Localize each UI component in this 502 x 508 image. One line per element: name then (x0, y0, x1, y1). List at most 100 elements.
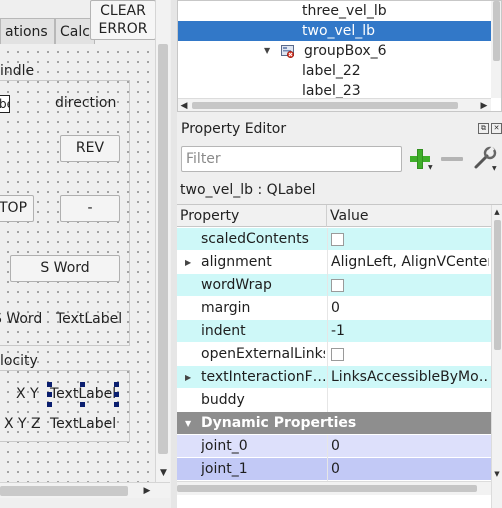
column-divider (327, 343, 328, 366)
property-name: openExternalLinks (201, 346, 325, 362)
property-checkbox[interactable] (331, 279, 344, 292)
selection-handle[interactable] (80, 382, 85, 387)
property-row[interactable]: ▶ alignment AlignLeft, AlignVCenter (177, 251, 491, 274)
property-value[interactable] (331, 389, 489, 412)
tree-item-label: two_vel_lb (302, 23, 376, 39)
tree-vertical-scrollbar[interactable] (491, 1, 501, 98)
object-inspector-tree[interactable]: three_vel_lb two_vel_lb ▼ groupBox_6 lab… (177, 0, 502, 112)
canvas-vertical-scrollbar[interactable]: ▼ (155, 0, 170, 482)
scroll-right-icon[interactable]: ▶ (140, 484, 154, 498)
canvas-hscroll-thumb[interactable] (0, 486, 128, 496)
property-vertical-scrollbar[interactable]: ▲ ▼ (491, 205, 502, 508)
close-dock-icon[interactable]: ✕ (491, 123, 502, 134)
direction-field[interactable]: be (0, 95, 10, 113)
clear-button-line2: ERROR (98, 21, 148, 37)
designer-side-panel: three_vel_lb two_vel_lb ▼ groupBox_6 lab… (177, 0, 502, 508)
s-word-button[interactable]: S Word (10, 255, 120, 282)
minus-button[interactable]: - (60, 195, 120, 222)
property-row[interactable]: wordWrap (177, 274, 491, 297)
property-value[interactable]: AlignLeft, AlignVCenter (331, 251, 489, 274)
property-row[interactable]: margin 0 (177, 297, 491, 320)
canvas-horizontal-scrollbar[interactable]: ▶ (0, 482, 170, 498)
property-name: indent (201, 323, 246, 339)
column-divider (327, 274, 328, 297)
property-value[interactable]: -1 (331, 320, 489, 343)
property-table[interactable]: Property Value scaledContents ▶ alignment A… (177, 204, 502, 508)
selection-handle[interactable] (114, 382, 119, 387)
add-dynamic-property-button[interactable]: ▼ (407, 147, 433, 171)
expand-arrow-icon[interactable]: ▶ (185, 366, 191, 389)
dynamic-property-row[interactable]: joint_0 0 (177, 435, 491, 458)
property-vscroll-thumb[interactable] (494, 220, 501, 350)
tree-item-label: three_vel_lb (302, 3, 387, 19)
dynamic-properties-group[interactable]: ▼ Dynamic Properties (177, 412, 491, 435)
tree-hscroll-thumb[interactable] (192, 102, 458, 109)
property-value[interactable]: LinksAccessibleByMo… (331, 366, 489, 389)
stop-button-label: TOP (0, 200, 28, 216)
direction-field-text: be (0, 97, 9, 111)
xyz-value: TextLabel (50, 416, 117, 432)
configure-button[interactable]: ▼ (473, 146, 499, 172)
property-checkbox[interactable] (331, 348, 344, 361)
clear-error-button[interactable]: CLEAR ERROR (90, 0, 156, 40)
property-name: wordWrap (201, 277, 272, 293)
property-name: alignment (201, 254, 272, 270)
form-canvas-panel: ations Calc CLEAR ERROR indle be directi… (0, 0, 171, 508)
property-value[interactable]: 0 (331, 297, 489, 320)
tree-item[interactable]: ▼ groupBox_6 (178, 41, 492, 61)
xyz-label: X Y Z (4, 416, 41, 432)
property-name: textInteractionF… (201, 369, 325, 385)
property-filter-input[interactable] (181, 146, 402, 172)
property-value[interactable]: 0 (331, 435, 489, 458)
scroll-left-icon[interactable]: ◀ (178, 99, 190, 111)
group-label: Dynamic Properties (201, 415, 357, 431)
collapse-arrow-icon[interactable]: ▼ (185, 412, 191, 435)
scroll-right-icon[interactable]: ▶ (478, 99, 490, 111)
property-row[interactable]: indent -1 (177, 320, 491, 343)
selection-handle[interactable] (47, 392, 52, 397)
header-value[interactable]: Value (327, 205, 491, 227)
property-horizontal-scrollbar[interactable] (177, 481, 491, 495)
selection-handle[interactable] (47, 402, 52, 407)
expand-arrow-icon[interactable]: ▶ (185, 251, 191, 274)
two-vel-lb-selected[interactable]: TextLabel (47, 382, 119, 407)
property-checkbox[interactable] (331, 233, 344, 246)
header-property[interactable]: Property (177, 205, 327, 227)
property-row[interactable]: openExternalLinks (177, 343, 491, 366)
canvas-vscroll-thumb[interactable] (158, 44, 168, 454)
dynamic-property-row[interactable]: joint_1 0 (177, 458, 491, 481)
spindle-group-title: indle (0, 63, 35, 79)
dropdown-arrow-icon: ▼ (428, 164, 433, 171)
property-row[interactable]: buddy (177, 389, 491, 412)
column-divider (327, 320, 328, 343)
tree-item[interactable]: three_vel_lb (178, 1, 492, 21)
scroll-up-icon[interactable]: ▲ (492, 205, 502, 219)
property-name: margin (201, 300, 251, 316)
property-value[interactable]: 0 (331, 458, 489, 481)
scroll-down-icon[interactable]: ▼ (156, 466, 171, 480)
float-dock-icon[interactable]: ⧉ (478, 123, 489, 134)
selection-handle[interactable] (80, 402, 85, 407)
tree-item-selected[interactable]: two_vel_lb (178, 21, 492, 41)
tab-label: ations (5, 24, 48, 40)
rev-button[interactable]: REV (60, 135, 120, 162)
property-row[interactable]: scaledContents (177, 228, 491, 251)
remove-property-icon[interactable] (441, 157, 463, 161)
tree-item[interactable]: label_22 (178, 61, 492, 81)
xy-label: X Y (16, 386, 39, 402)
tree-horizontal-scrollbar[interactable]: ◀ ▶ (178, 98, 491, 111)
direction-label: direction (55, 95, 117, 111)
collapse-arrow-icon[interactable]: ▼ (264, 41, 270, 61)
column-divider (327, 251, 328, 274)
selection-handle[interactable] (114, 392, 119, 397)
stop-button[interactable]: TOP (0, 195, 34, 222)
tab-operations[interactable]: ations (0, 18, 55, 44)
selection-handle[interactable] (47, 382, 52, 387)
selection-handle[interactable] (114, 402, 119, 407)
velocity-group-title: locity (0, 353, 38, 369)
tab-calc[interactable]: Calc (55, 18, 95, 44)
tree-vscroll-thumb[interactable] (493, 1, 500, 61)
property-hscroll-thumb[interactable] (177, 485, 477, 492)
scroll-down-icon[interactable]: ▼ (492, 467, 502, 481)
property-row[interactable]: ▶ textInteractionF… LinksAccessibleByMo… (177, 366, 491, 389)
